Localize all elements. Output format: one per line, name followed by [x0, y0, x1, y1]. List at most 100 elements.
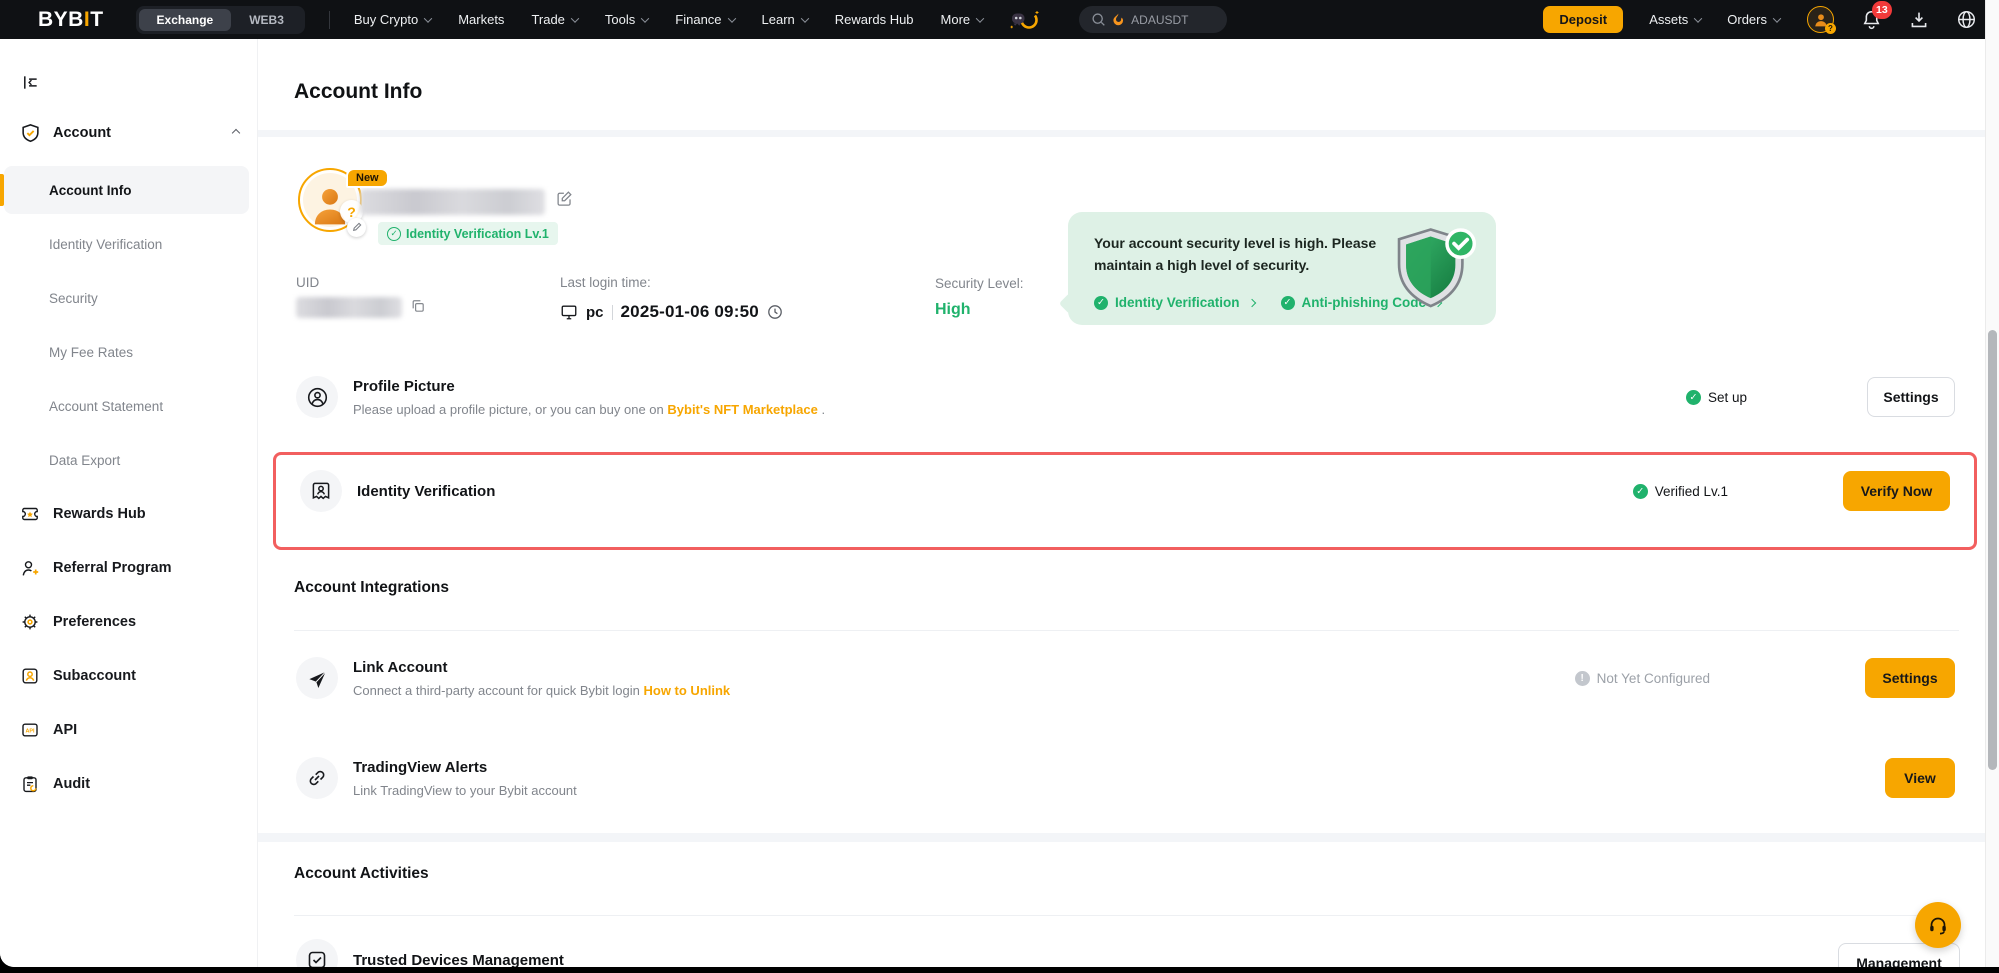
deposit-button[interactable]: Deposit: [1543, 6, 1623, 33]
status-set-up: Set up: [1686, 390, 1747, 405]
chevron-down-icon: [976, 14, 984, 22]
row-description: Please upload a profile picture, or you …: [353, 402, 825, 417]
nav-more[interactable]: More: [941, 12, 984, 27]
topbar: BYBIT Exchange WEB3 Buy Crypto Markets T…: [0, 0, 1999, 39]
topbar-divider: [329, 11, 330, 29]
uid-label: UID: [296, 275, 319, 290]
scrollbar-thumb[interactable]: [1988, 330, 1997, 770]
nav-orders[interactable]: Orders: [1727, 12, 1780, 27]
profile-picture-row: Profile Picture Please upload a profile …: [296, 367, 1955, 427]
app-body: Account Account Info Identity Verificati…: [0, 39, 1999, 967]
chevron-down-icon: [571, 14, 579, 22]
user-avatar[interactable]: ?: [1807, 6, 1834, 33]
row-title: Trusted Devices Management: [353, 952, 564, 968]
sidebar-menu: Rewards Hub Referral Program: [0, 487, 257, 811]
tab-web3[interactable]: WEB3: [231, 9, 302, 31]
check-circle-icon: [1281, 296, 1295, 310]
event-promo-icon[interactable]: [1009, 8, 1039, 32]
sidebar-item-audit[interactable]: Audit: [0, 757, 257, 811]
uid-redacted: [296, 297, 402, 318]
link-account-row: Link Account Connect a third-party accou…: [296, 647, 1955, 709]
shield-account-icon: [20, 123, 41, 144]
screen: BYBIT Exchange WEB3 Buy Crypto Markets T…: [0, 0, 1999, 973]
tradingview-alerts-row: TradingView Alerts Link TradingView to y…: [296, 747, 1955, 809]
support-chat-button[interactable]: [1915, 902, 1961, 948]
last-login-label: Last login time:: [560, 275, 651, 290]
info-icon: [1575, 671, 1590, 686]
check-circle-icon: [1633, 484, 1648, 499]
nav-finance[interactable]: Finance: [675, 12, 734, 27]
identity-verification-link[interactable]: Identity Verification: [1094, 295, 1255, 310]
edit-username-icon[interactable]: [556, 190, 573, 212]
sidebar-item-preferences[interactable]: Preferences: [0, 595, 257, 649]
sidebar-item-account[interactable]: Account: [20, 111, 239, 155]
flame-icon: [1113, 13, 1124, 27]
logo-text: T: [90, 8, 103, 31]
header-divider-band: [258, 130, 1999, 137]
sidebar-item-account-info[interactable]: Account Info: [4, 166, 249, 214]
sidebar-item-security[interactable]: Security: [0, 271, 257, 325]
chain-link-icon: [296, 757, 338, 799]
audit-clipboard-icon: [20, 774, 40, 794]
row-title: Link Account: [353, 659, 730, 676]
link-account-settings-button[interactable]: Settings: [1865, 658, 1955, 698]
collapse-sidebar-icon[interactable]: [21, 73, 40, 97]
nav-trade[interactable]: Trade: [531, 12, 577, 27]
sidebar-item-rewards-hub[interactable]: Rewards Hub: [0, 487, 257, 541]
notifications-bell-icon[interactable]: 13: [1861, 9, 1882, 30]
nav-assets[interactable]: Assets: [1649, 12, 1701, 27]
bybit-logo[interactable]: BYBIT: [38, 8, 104, 32]
row-description: Connect a third-party account for quick …: [353, 683, 730, 698]
search-value: ADAUSDT: [1131, 13, 1188, 27]
status-verified: Verified Lv.1: [1633, 484, 1728, 499]
kyc-level-badge: Identity Verification Lv.1: [378, 222, 558, 245]
identity-verification-row: Identity Verification Verified Lv.1 Veri…: [300, 461, 1950, 521]
profile-picture-settings-button[interactable]: Settings: [1867, 377, 1955, 417]
nav-learn[interactable]: Learn: [762, 12, 808, 27]
sidebar-item-identity-verification[interactable]: Identity Verification: [0, 217, 257, 271]
monitor-icon: [560, 303, 578, 321]
new-badge: New: [346, 168, 389, 188]
tradingview-view-button[interactable]: View: [1885, 758, 1955, 798]
chevron-down-icon: [801, 14, 809, 22]
clock-icon: [767, 304, 783, 320]
avatar-question-badge: ?: [1825, 23, 1836, 34]
verify-now-button[interactable]: Verify Now: [1843, 471, 1950, 511]
tab-exchange[interactable]: Exchange: [139, 9, 232, 31]
nft-marketplace-link[interactable]: Bybit's NFT Marketplace: [667, 402, 817, 417]
security-level-value: High: [935, 301, 971, 319]
nav-tools[interactable]: Tools: [605, 12, 648, 27]
chevron-right-icon: [1247, 298, 1255, 306]
username-redacted: [360, 189, 545, 215]
rewards-ticket-icon: [20, 504, 40, 524]
sidebar-item-subaccount[interactable]: Subaccount: [0, 649, 257, 703]
chevron-down-icon: [641, 14, 649, 22]
nav-buy-crypto[interactable]: Buy Crypto: [354, 12, 431, 27]
status-not-configured: Not Yet Configured: [1575, 671, 1710, 686]
nav-markets[interactable]: Markets: [458, 12, 504, 27]
sidebar-item-my-fee-rates[interactable]: My Fee Rates: [0, 325, 257, 379]
sidebar-item-account-statement[interactable]: Account Statement: [0, 379, 257, 433]
row-title: Identity Verification: [357, 483, 495, 500]
download-app-icon[interactable]: [1909, 10, 1929, 30]
gear-icon: [20, 612, 40, 632]
logo-text: BYB: [38, 8, 84, 31]
copy-uid-icon[interactable]: [410, 298, 426, 319]
sidebar: Account Account Info Identity Verificati…: [0, 39, 258, 967]
scrollbar[interactable]: [1985, 0, 1999, 967]
language-globe-icon[interactable]: [1956, 9, 1977, 30]
search-input[interactable]: ADAUSDT: [1079, 6, 1227, 33]
sidebar-item-referral-program[interactable]: Referral Program: [0, 541, 257, 595]
sidebar-item-data-export[interactable]: Data Export: [0, 433, 257, 487]
chevron-down-icon: [1694, 14, 1702, 22]
last-login-row: pc 2025-01-06 09:50: [560, 299, 783, 325]
sidebar-item-api[interactable]: API API: [0, 703, 257, 757]
avatar-edit-icon[interactable]: [347, 218, 366, 237]
nav-rewards-hub[interactable]: Rewards Hub: [835, 12, 914, 27]
how-to-unlink-link[interactable]: How to Unlink: [644, 683, 731, 698]
identity-card-icon: [300, 470, 342, 512]
notification-badge: 13: [1872, 1, 1892, 19]
main-content: Account Info ? New: [258, 39, 1999, 967]
security-tip-box: Your account security level is high. Ple…: [1068, 212, 1496, 325]
row-title: TradingView Alerts: [353, 759, 577, 776]
